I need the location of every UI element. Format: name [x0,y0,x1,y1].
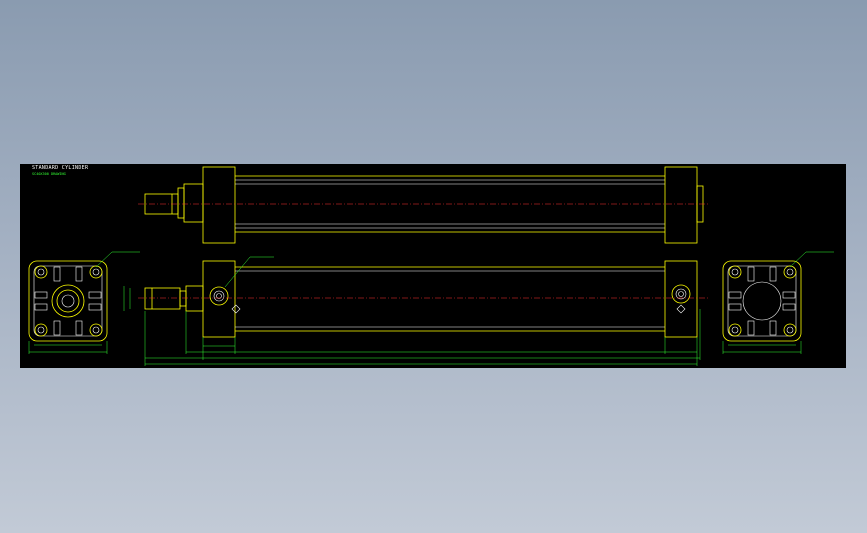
rear-bolt-bl [728,323,742,337]
rear-cushion-screw [676,304,686,314]
front-boss-top [183,183,204,223]
cad-drawing [28,166,834,366]
rod-gland-side [179,290,187,307]
top-view-cylinder [138,166,710,244]
rear-bolt-tr [783,265,797,279]
rear-bolt-tl [728,265,742,279]
front-port [209,286,229,306]
front-cap-side [202,260,236,338]
front-end-view [28,251,140,354]
rear-end-view [722,251,834,354]
dimension-lines [144,309,701,366]
rear-bolt-br [783,323,797,337]
port-leader [224,256,251,288]
rear-port [671,284,691,304]
front-bolt-br [89,323,103,337]
rear-cap-top [664,166,698,244]
front-cap-top [202,166,236,244]
front-rod-core [61,294,75,308]
front-cushion-screw [231,304,241,314]
rear-end-plate [722,260,802,342]
rear-leader [789,251,807,268]
front-bolt-bl [34,323,48,337]
piston-rod-side [144,287,181,310]
side-view-cylinder [123,256,710,338]
cad-drawing-frame: STANDARD CYLINDER SC40X300 DRAWING [20,164,846,368]
front-end-plate [28,260,108,342]
front-bolt-tl [34,265,48,279]
front-boss-side [185,285,204,312]
rod-gland-top [177,187,185,219]
front-bolt-tr [89,265,103,279]
front-leader [95,251,113,268]
rear-bore [742,281,782,321]
front-rod-circle [56,289,80,313]
